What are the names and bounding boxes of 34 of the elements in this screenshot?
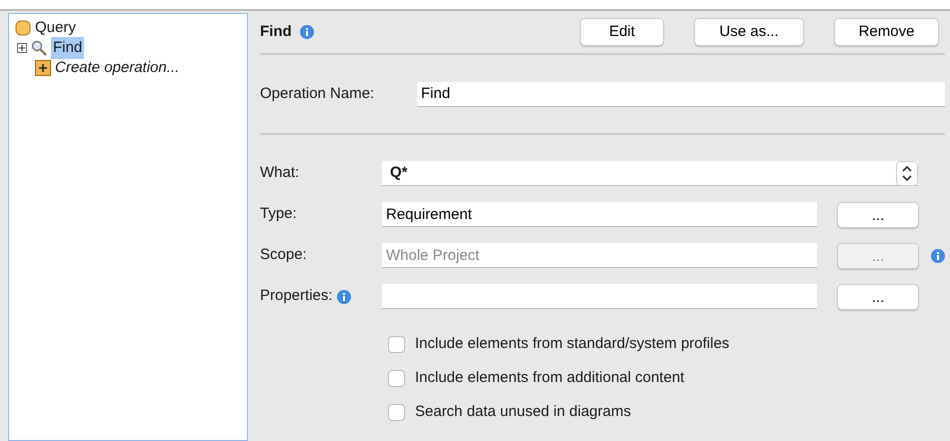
tree-item[interactable]: Create operation... <box>55 56 180 80</box>
text-field[interactable] <box>382 284 817 309</box>
expand-icon[interactable] <box>17 43 27 53</box>
tree-item[interactable]: Find <box>51 36 84 60</box>
text-field: Whole Project <box>382 243 817 268</box>
browse-button[interactable]: ... <box>837 284 919 310</box>
search-icon <box>31 40 47 56</box>
info-icon[interactable] <box>300 25 314 39</box>
what-dropdown[interactable]: Q* <box>382 161 918 186</box>
info-icon[interactable] <box>336 290 351 304</box>
search-pattern-text: Q* <box>390 162 408 183</box>
text-field[interactable]: Requirement <box>382 202 817 227</box>
field-label: Properties: <box>260 286 333 306</box>
browse-button[interactable]: ... <box>837 202 919 228</box>
panel-title: Find <box>260 22 292 42</box>
plus-icon <box>35 60 51 76</box>
action-button[interactable]: Remove <box>834 18 939 46</box>
checkbox-label: Include elements from additional content <box>415 368 684 388</box>
checkbox-label: Search data unused in diagrams <box>415 402 631 422</box>
checkbox[interactable] <box>388 404 405 420</box>
browse-button: ... <box>837 242 919 268</box>
field-label: Type: <box>260 204 297 224</box>
field-label: What: <box>260 163 300 184</box>
action-button[interactable]: Edit <box>580 18 664 46</box>
tree-item[interactable]: Query <box>35 16 76 40</box>
folder-icon <box>15 20 31 36</box>
operation-name-field[interactable]: Find <box>417 82 945 106</box>
checkbox[interactable] <box>388 336 405 352</box>
action-button[interactable]: Use as... <box>694 18 804 46</box>
checkbox-label: Include elements from standard/system profiles <box>415 334 730 354</box>
field-label: Scope: <box>260 245 307 266</box>
stepper-icon <box>896 160 918 186</box>
field-label: Operation Name: <box>260 84 376 104</box>
checkbox[interactable] <box>388 370 405 386</box>
